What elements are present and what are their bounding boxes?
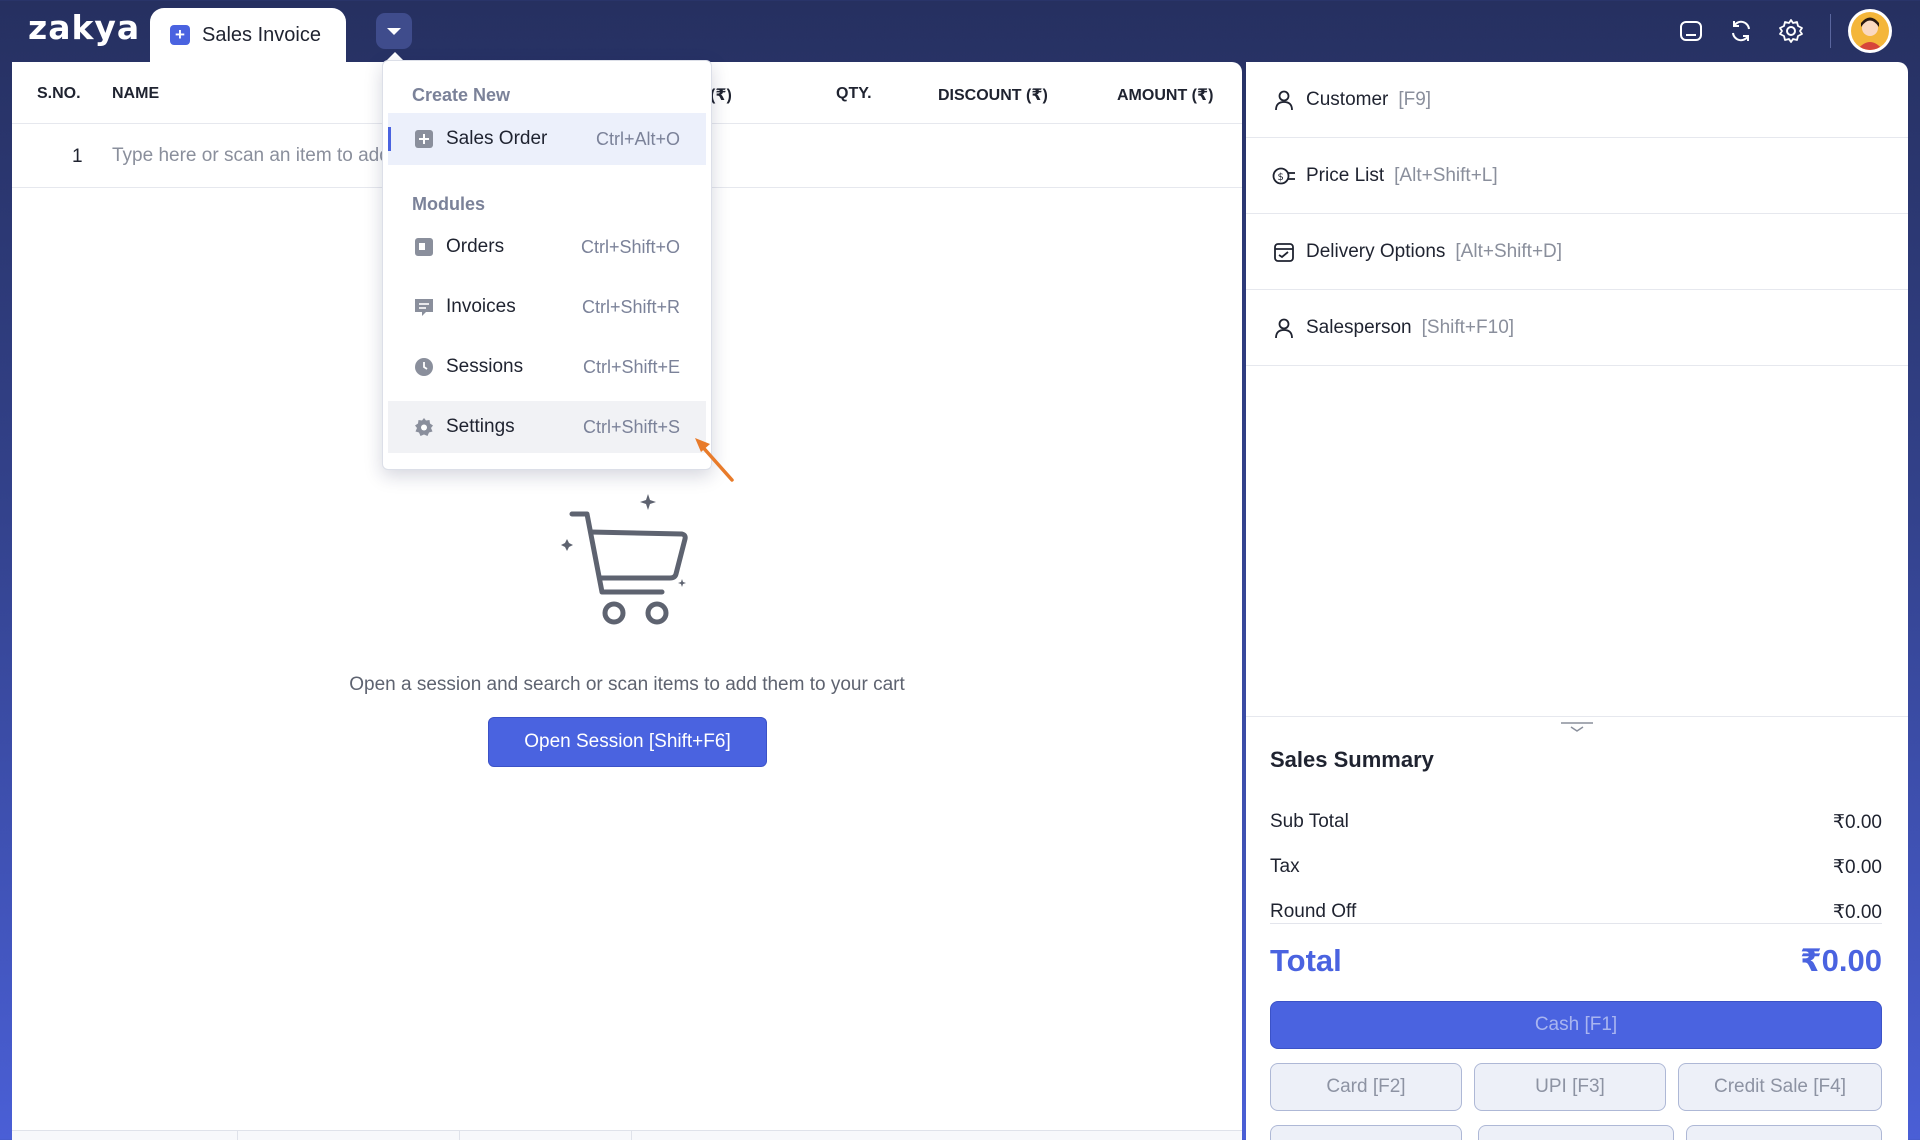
menu-item-shortcut: Ctrl+Shift+R	[581, 296, 680, 317]
menu-item-sessions[interactable]: Sessions Ctrl+Shift+E	[388, 341, 706, 393]
salesperson-label: Salesperson	[1306, 316, 1412, 338]
create-new-heading: Create New	[412, 85, 511, 105]
open-session-button[interactable]: Open Session [Shift+F6]	[488, 717, 767, 767]
delivery-options-option[interactable]: Delivery Options [Alt+Shift+D]	[1246, 214, 1908, 290]
menu-item-shortcut: Ctrl+Shift+E	[582, 356, 680, 377]
price-list-option[interactable]: $ Price List [Alt+Shift+L]	[1246, 138, 1908, 214]
column-qty: QTY.	[836, 85, 872, 102]
customer-option[interactable]: Customer [F9]	[1246, 62, 1908, 138]
tab-label: Sales Invoice	[202, 23, 321, 46]
menu-item-label: Orders	[446, 236, 505, 257]
footer-strip	[12, 1130, 1242, 1140]
module-menu-dropdown-button[interactable]	[376, 13, 412, 49]
column-rate: (₹)	[710, 87, 732, 104]
menu-item-label: Sales Order	[446, 128, 548, 149]
chat-icon[interactable]	[1676, 16, 1706, 46]
total-label: Total	[1270, 943, 1342, 978]
user-icon	[1272, 88, 1296, 112]
invoice-icon	[414, 297, 434, 317]
salesperson-icon	[1272, 316, 1296, 340]
delivery-icon	[1272, 240, 1296, 264]
menu-item-invoices[interactable]: Invoices Ctrl+Shift+R	[388, 281, 706, 333]
gear-icon	[414, 417, 434, 437]
delivery-options-label: Delivery Options	[1306, 240, 1446, 262]
empty-cart-message: Open a session and search or scan items …	[349, 674, 905, 695]
summary-divider	[1270, 923, 1882, 924]
total-line: Total ₹0.00	[1270, 943, 1882, 979]
summary-title: Sales Summary	[1270, 747, 1434, 772]
collapse-handle-icon[interactable]	[1560, 721, 1594, 735]
app-logo[interactable]: zakya	[28, 8, 140, 47]
customer-shortcut: [F9]	[1398, 88, 1432, 110]
menu-item-label: Sessions	[446, 356, 524, 377]
item-search-input[interactable]	[112, 140, 392, 172]
tax-value: ₹0.00	[1832, 857, 1882, 878]
sales-summary: Sales Summary Sub Total ₹0.00 Tax ₹0.00 …	[1246, 716, 1908, 1140]
chevron-down-icon	[387, 27, 401, 35]
annotation-arrow-icon	[695, 438, 734, 482]
sub-total-line: Sub Total ₹0.00	[1270, 811, 1882, 834]
column-sno: S.NO.	[37, 85, 81, 102]
menu-item-shortcut: Ctrl+Alt+O	[595, 128, 680, 149]
orders-icon	[414, 237, 434, 257]
avatar[interactable]	[1848, 9, 1892, 53]
more-payment-button[interactable]	[1270, 1125, 1462, 1140]
total-value: ₹0.00	[1800, 943, 1882, 978]
cash-button[interactable]: Cash [F1]	[1270, 1001, 1882, 1049]
menu-item-shortcut: Ctrl+Shift+O	[580, 236, 680, 257]
menu-item-orders[interactable]: Orders Ctrl+Shift+O	[388, 221, 706, 273]
svg-text:$: $	[1278, 172, 1284, 183]
menu-item-settings[interactable]: Settings Ctrl+Shift+S	[388, 401, 706, 453]
column-discount: DISCOUNT (₹)	[938, 87, 1048, 104]
tax-line: Tax ₹0.00	[1270, 856, 1882, 879]
menu-item-sales-order[interactable]: Sales Order Ctrl+Alt+O	[388, 113, 706, 165]
price-list-icon: $	[1272, 164, 1296, 188]
round-off-line: Round Off ₹0.00	[1270, 901, 1882, 924]
column-name: NAME	[112, 85, 160, 102]
card-button[interactable]: Card [F2]	[1270, 1063, 1462, 1111]
round-off-label: Round Off	[1270, 901, 1357, 922]
credit-sale-button[interactable]: Credit Sale [F4]	[1678, 1063, 1882, 1111]
plus-icon	[414, 129, 434, 149]
column-amount: AMOUNT (₹)	[1117, 87, 1214, 104]
top-bar: zakya + Sales Invoice	[0, 0, 1920, 62]
sub-total-label: Sub Total	[1270, 811, 1349, 832]
delivery-options-shortcut: [Alt+Shift+D]	[1455, 240, 1563, 262]
more-payment-button[interactable]	[1478, 1125, 1674, 1140]
topbar-divider	[1830, 14, 1831, 48]
price-list-label: Price List	[1306, 164, 1385, 186]
modules-heading: Modules	[412, 194, 486, 214]
customer-label: Customer	[1306, 88, 1389, 110]
round-off-value: ₹0.00	[1832, 902, 1882, 923]
salesperson-shortcut: [Shift+F10]	[1421, 316, 1515, 338]
gear-icon[interactable]	[1776, 16, 1806, 46]
more-payment-button[interactable]	[1686, 1125, 1882, 1140]
empty-cart-icon	[561, 494, 688, 625]
plus-icon: +	[170, 25, 190, 45]
tax-label: Tax	[1270, 856, 1300, 877]
checkout-panel: Customer [F9] $ Price List [Alt+Shift+L]…	[1246, 62, 1908, 1140]
menu-item-label: Invoices	[446, 296, 516, 317]
menu-item-label: Settings	[446, 416, 515, 437]
menu-item-shortcut: Ctrl+Shift+S	[582, 416, 680, 437]
clock-icon	[414, 357, 434, 377]
module-menu: Create New Sales Order Ctrl+Alt+O Module…	[382, 60, 712, 470]
upi-button[interactable]: UPI [F3]	[1474, 1063, 1666, 1111]
price-list-shortcut: [Alt+Shift+L]	[1394, 164, 1498, 186]
tab-sales-invoice[interactable]: + Sales Invoice	[150, 8, 346, 62]
sync-icon[interactable]	[1726, 16, 1756, 46]
salesperson-option[interactable]: Salesperson [Shift+F10]	[1246, 290, 1908, 366]
sub-total-value: ₹0.00	[1832, 812, 1882, 833]
row-number: 1	[72, 146, 83, 167]
